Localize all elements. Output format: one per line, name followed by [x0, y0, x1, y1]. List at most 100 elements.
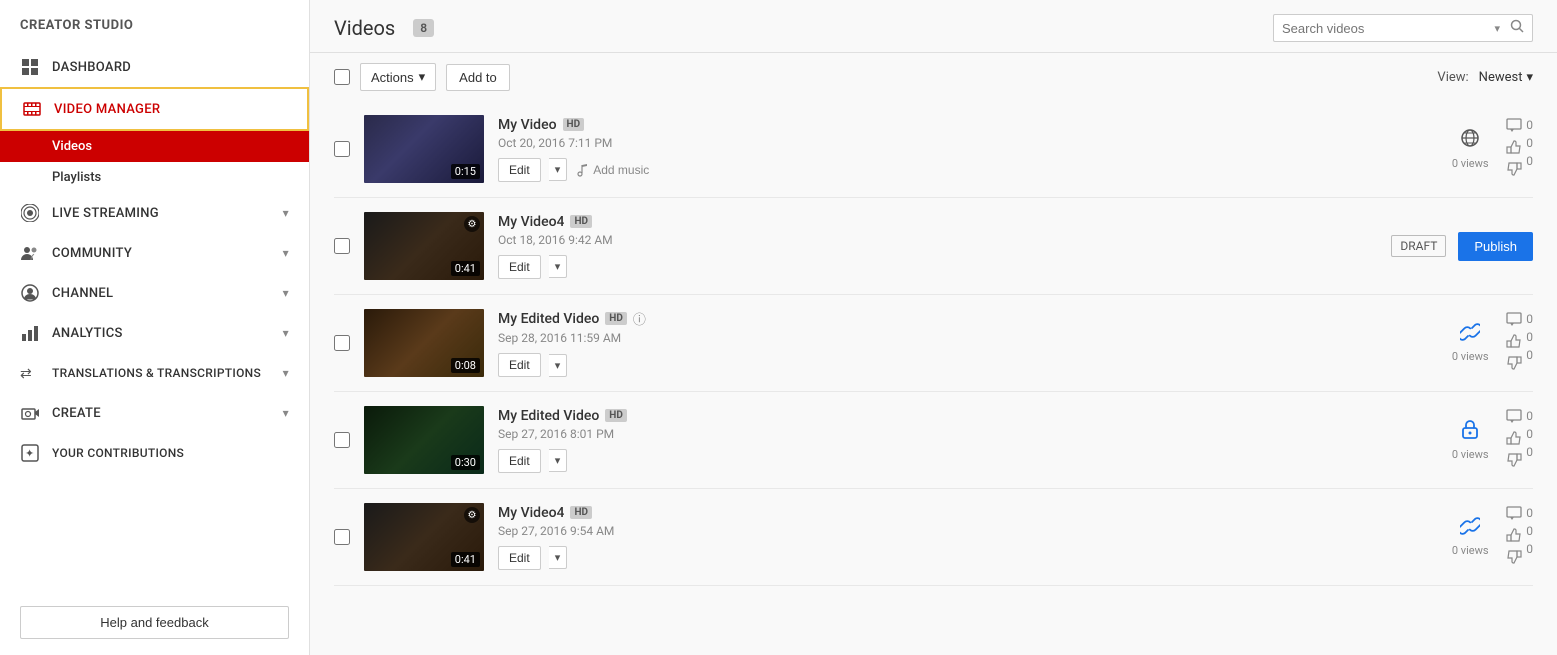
view-chevron-icon: ▾ — [1526, 70, 1533, 85]
chevron-icon-community: ▾ — [283, 246, 289, 260]
thumbdown-icon-5 — [1506, 550, 1522, 568]
video-duration-2: 0:41 — [451, 261, 480, 276]
thumbdown-icon-1 — [1506, 162, 1522, 180]
sidebar-sub-video-manager: Videos Playlists — [0, 131, 309, 193]
video-duration-3: 0:08 — [451, 358, 480, 373]
engagement-4: 0 0 0 — [1506, 409, 1533, 471]
edit-button-1[interactable]: Edit — [498, 158, 541, 182]
video-duration-5: 0:41 — [451, 552, 480, 567]
comment-count-1: 0 — [1526, 118, 1533, 132]
edit-dropdown-2[interactable]: ▾ — [549, 255, 568, 278]
sidebar-item-channel[interactable]: CHANNEL ▾ — [0, 273, 309, 313]
video-date-5: Sep 27, 2016 9:54 AM — [498, 524, 1426, 538]
edit-dropdown-4[interactable]: ▾ — [549, 449, 568, 472]
video-stats-1: 0 views 0 — [1440, 118, 1533, 180]
sidebar-item-dashboard[interactable]: DASHBOARD — [0, 47, 309, 87]
sidebar-item-playlists[interactable]: Playlists — [0, 162, 309, 193]
sidebar-item-videos[interactable]: Videos — [0, 131, 309, 162]
sidebar-label-contributions: YOUR CONTRIBUTIONS — [52, 446, 184, 460]
search-icon — [1510, 19, 1524, 37]
comment-icon-1 — [1506, 118, 1522, 136]
chevron-icon-create: ▾ — [283, 406, 289, 420]
sidebar-label-channel: CHANNEL — [52, 286, 113, 301]
sidebar-item-create[interactable]: CREATE ▾ — [0, 393, 309, 433]
comment-icon-3 — [1506, 312, 1522, 330]
edit-button-4[interactable]: Edit — [498, 449, 541, 473]
edit-button-5[interactable]: Edit — [498, 546, 541, 570]
info-icon-3[interactable]: ⓘ — [633, 309, 646, 328]
video-title-4: My Edited Video — [498, 408, 599, 424]
views-count-4: 0 views — [1452, 448, 1489, 461]
page-title: Videos — [334, 16, 395, 40]
camera-icon — [20, 403, 40, 423]
toolbar: Actions ▾ Add to View: Newest ▾ — [310, 53, 1557, 101]
view-label: View: — [1437, 70, 1468, 85]
actions-button[interactable]: Actions ▾ — [360, 63, 436, 91]
visibility-icon-3 — [1460, 323, 1480, 346]
hd-badge-3: HD — [605, 312, 627, 325]
actions-label: Actions — [371, 70, 414, 85]
sidebar-item-contributions[interactable]: ✦ YOUR CONTRIBUTIONS — [0, 433, 309, 473]
video-checkbox-1[interactable] — [334, 141, 350, 157]
search-bar[interactable]: ▾ — [1273, 14, 1533, 42]
video-date-4: Sep 27, 2016 8:01 PM — [498, 427, 1426, 441]
add-to-button[interactable]: Add to — [446, 64, 510, 91]
visibility-icon-5 — [1460, 517, 1480, 540]
thumbdown-icon-4 — [1506, 453, 1522, 471]
comment-icon-4 — [1506, 409, 1522, 427]
video-date-2: Oct 18, 2016 9:42 AM — [498, 233, 1377, 247]
svg-text:✦: ✦ — [25, 447, 35, 460]
video-info-2: My Video4 HD Oct 18, 2016 9:42 AM Edit ▾ — [498, 214, 1377, 279]
edit-dropdown-1[interactable]: ▾ — [549, 158, 568, 181]
video-thumbnail-5: ⚙ 0:41 — [364, 503, 484, 571]
select-all-checkbox[interactable] — [334, 69, 350, 85]
view-value: Newest — [1479, 70, 1523, 85]
video-actions-4: Edit ▾ — [498, 449, 1426, 473]
help-feedback-button[interactable]: Help and feedback — [20, 606, 289, 639]
sidebar-label-community: COMMUNITY — [52, 246, 132, 261]
main-content: Videos 8 ▾ Actions ▾ Add to View: Newest… — [310, 0, 1557, 655]
thumbup-icon-4 — [1506, 431, 1522, 449]
video-checkbox-2[interactable] — [334, 238, 350, 254]
video-checkbox-5[interactable] — [334, 529, 350, 545]
add-music-button-1[interactable]: Add music — [575, 163, 649, 177]
thumb-overlay-icon-5: ⚙ — [464, 507, 480, 523]
video-thumbnail-4: 0:30 — [364, 406, 484, 474]
video-duration-4: 0:30 — [451, 455, 480, 470]
edit-button-2[interactable]: Edit — [498, 255, 541, 279]
video-stats-3: 0 views 0 — [1440, 312, 1533, 374]
thumbup-icon-5 — [1506, 528, 1522, 546]
edit-dropdown-5[interactable]: ▾ — [549, 546, 568, 569]
video-actions-1: Edit ▾ Add music — [498, 158, 1426, 182]
dislike-count-4: 0 — [1526, 445, 1533, 459]
sidebar-item-video-manager[interactable]: VIDEO MANAGER — [0, 87, 309, 131]
video-checkbox-3[interactable] — [334, 335, 350, 351]
view-dropdown[interactable]: Newest ▾ — [1479, 70, 1533, 85]
edit-button-3[interactable]: Edit — [498, 353, 541, 377]
sidebar-item-live-streaming[interactable]: LIVE STREAMING ▾ — [0, 193, 309, 233]
table-row: 0:15 My Video HD Oct 20, 2016 7:11 PM Ed… — [334, 101, 1533, 198]
sidebar-item-translations[interactable]: ⇄ TRANSLATIONS & TRANSCRIPTIONS ▾ — [0, 353, 309, 393]
visibility-icon-1 — [1460, 128, 1480, 153]
publish-button-2[interactable]: Publish — [1458, 232, 1533, 261]
film-icon — [22, 99, 42, 119]
video-thumbnail-1: 0:15 — [364, 115, 484, 183]
people-icon — [20, 243, 40, 263]
thumb-overlay-icon-2: ⚙ — [464, 216, 480, 232]
svg-text:⇄: ⇄ — [20, 366, 32, 382]
video-checkbox-4[interactable] — [334, 432, 350, 448]
video-thumbnail-3: 0:08 — [364, 309, 484, 377]
grid-icon — [20, 57, 40, 77]
edit-dropdown-3[interactable]: ▾ — [549, 354, 568, 377]
video-date-1: Oct 20, 2016 7:11 PM — [498, 136, 1426, 150]
sidebar-label-video-manager: VIDEO MANAGER — [54, 102, 160, 117]
search-dropdown-arrow[interactable]: ▾ — [1494, 22, 1500, 35]
sidebar-label-live: LIVE STREAMING — [52, 206, 159, 221]
sidebar-item-community[interactable]: COMMUNITY ▾ — [0, 233, 309, 273]
sidebar-item-analytics[interactable]: ANALYTICS ▾ — [0, 313, 309, 353]
video-title-3: My Edited Video — [498, 311, 599, 327]
views-count-5: 0 views — [1452, 544, 1489, 557]
search-input[interactable] — [1282, 21, 1488, 36]
video-info-5: My Video4 HD Sep 27, 2016 9:54 AM Edit ▾ — [498, 505, 1426, 570]
table-row: ⚙ 0:41 My Video4 HD Sep 27, 2016 9:54 AM… — [334, 489, 1533, 586]
